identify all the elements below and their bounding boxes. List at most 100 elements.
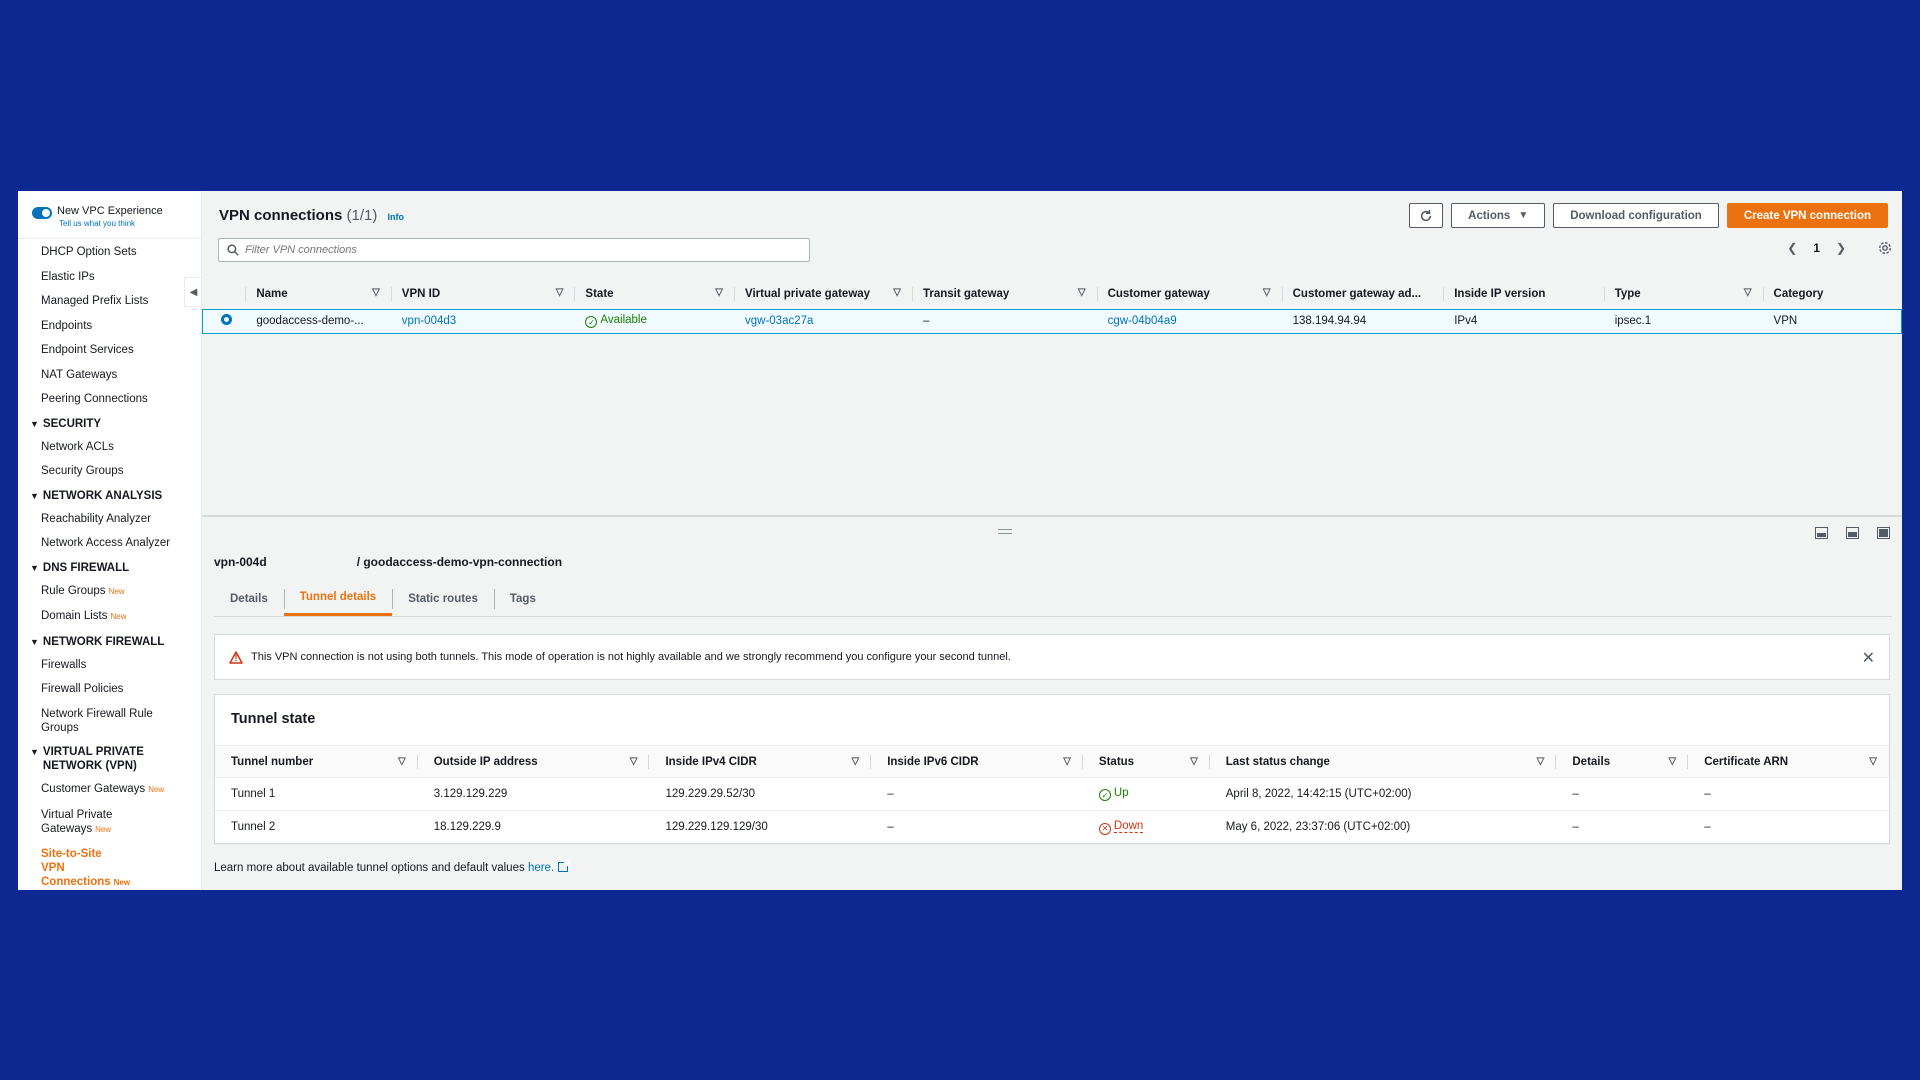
column-vpn-id[interactable]: VPN ID ▽ — [392, 279, 576, 309]
refresh-button[interactable] — [1409, 203, 1444, 228]
tab-static-routes[interactable]: Static routes — [392, 581, 494, 616]
column-inside-ip-version[interactable]: Inside IP version — [1444, 279, 1605, 309]
cell-cgw-address: 138.194.94.94 — [1282, 308, 1445, 334]
column-certificate-arn[interactable]: Certificate ARN ▽ — [1688, 745, 1889, 778]
prev-page-button[interactable]: ❮ — [1787, 241, 1797, 255]
column-tunnel-number[interactable]: Tunnel number ▽ — [215, 745, 418, 778]
cell-vgw[interactable]: vgw-03ac27a — [735, 308, 913, 334]
caret-down-icon: ▼ — [30, 490, 39, 501]
column-inside-ipv4[interactable]: Inside IPv4 CIDR ▽ — [649, 745, 872, 778]
sidebar-item-network-firewall-rule-groups[interactable]: Network Firewall Rule Groups — [18, 707, 158, 735]
collapse-sidebar-button[interactable]: ◀ — [184, 277, 201, 307]
sidebar-section-network-firewall[interactable]: ▼ NETWORK FIREWALL — [18, 635, 201, 649]
cell-details: – — [1572, 821, 1579, 834]
tab-tunnel-details[interactable]: Tunnel details — [283, 581, 393, 616]
sort-icon: ▽ — [1063, 756, 1071, 767]
pagination: ❮ 1 ❯ — [1787, 241, 1892, 255]
tab-tags[interactable]: Tags — [493, 581, 552, 616]
sidebar-item-virtual-private-gateways[interactable]: Virtual Private Gateways New — [18, 808, 128, 837]
detail-vpn-id: vpn-004d — [214, 555, 267, 569]
sidebar-section-network-analysis[interactable]: ▼ NETWORK ANALYSIS — [18, 489, 201, 503]
create-vpn-connection-button[interactable]: Create VPN connection — [1726, 203, 1888, 228]
column-select — [203, 279, 247, 309]
sort-icon: ▽ — [893, 287, 901, 298]
search-input[interactable] — [245, 244, 785, 256]
settings-gear-icon[interactable] — [1878, 241, 1892, 255]
sidebar-item-network-access-analyzer[interactable]: Network Access Analyzer — [18, 536, 201, 550]
cell-certificate-arn: – — [1688, 777, 1889, 811]
view-small-icon[interactable] — [1815, 527, 1828, 539]
cell-type: ipsec.1 — [1604, 308, 1764, 334]
table-row: Tunnel 2 18.129.229.9 129.229.129.129/30… — [215, 811, 1889, 844]
sort-icon: ▽ — [555, 287, 564, 298]
sidebar-item-domain-lists[interactable]: Domain Lists New — [18, 609, 201, 624]
sidebar-item-site-to-site-vpn-connections[interactable]: Site-to-Site VPN Connections New — [18, 847, 130, 890]
cell-status[interactable]: ✕ Down — [1083, 811, 1210, 844]
tunnel-state-card: Tunnel state Tunnel number ▽ Outside IP a… — [214, 694, 1890, 844]
info-link[interactable]: Info — [388, 212, 405, 222]
table-row[interactable]: goodaccess-demo-... vpn-004d3 ✓ Available… — [202, 308, 1902, 334]
sidebar-item-reachability-analyzer[interactable]: Reachability Analyzer — [18, 512, 201, 526]
column-category[interactable]: Category — [1764, 279, 1902, 309]
next-page-button[interactable]: ❯ — [1836, 241, 1846, 255]
sidebar-item-firewalls[interactable]: Firewalls — [18, 658, 201, 672]
sidebar-item-dhcp-option-sets[interactable]: DHCP Option Sets — [18, 245, 201, 259]
column-name[interactable]: Name ▽ — [246, 279, 392, 309]
new-badge: New — [108, 586, 125, 596]
sidebar-item-security-groups[interactable]: Security Groups — [18, 464, 201, 478]
column-inside-ipv6[interactable]: Inside IPv6 CIDR ▽ — [871, 745, 1083, 778]
sidebar-item-elastic-ips[interactable]: Elastic IPs — [18, 270, 201, 284]
column-outside-ip[interactable]: Outside IP address ▽ — [417, 745, 650, 778]
caret-down-icon: ▼ — [30, 636, 39, 647]
sort-icon: ▽ — [1190, 756, 1198, 767]
tab-details[interactable]: Details — [214, 581, 284, 616]
sidebar-item-rule-groups[interactable]: Rule Groups New — [18, 584, 201, 599]
column-virtual-private-gateway[interactable]: Virtual private gateway ▽ — [735, 279, 913, 309]
sort-icon: ▽ — [851, 756, 860, 767]
view-medium-icon[interactable] — [1846, 527, 1859, 539]
cell-outside-ip: 3.129.129.229 — [417, 777, 650, 811]
cell-cgw[interactable]: cgw-04b04a9 — [1097, 308, 1283, 334]
cell-status: ✓ Up — [1082, 777, 1210, 811]
download-configuration-button[interactable]: Download configuration — [1553, 203, 1719, 228]
tunnel-state-table: Tunnel number ▽ Outside IP address ▽ Insid… — [215, 745, 1889, 844]
close-icon[interactable]: ✕ — [1862, 648, 1875, 668]
new-vpc-experience-toggle[interactable] — [32, 207, 52, 219]
column-last-status-change[interactable]: Last status change ▽ — [1209, 745, 1557, 778]
new-vpc-experience-toggle-row: New VPC Experience Tell us what you thin… — [18, 191, 201, 239]
column-state[interactable]: State ▽ — [575, 279, 735, 309]
learn-more-link[interactable]: here. — [528, 862, 554, 874]
caret-left-icon: ◀ — [189, 286, 198, 298]
sidebar-item-nat-gateways[interactable]: NAT Gateways — [18, 368, 201, 382]
cell-inside-ipv6: – — [871, 777, 1083, 811]
column-details[interactable]: Details ▽ — [1556, 745, 1689, 778]
page-number[interactable]: 1 — [1813, 241, 1820, 255]
sort-icon: ▽ — [398, 756, 406, 767]
sidebar-item-endpoints[interactable]: Endpoints — [18, 319, 201, 333]
cell-tgw: – — [912, 308, 1098, 334]
column-transit-gateway[interactable]: Transit gateway ▽ — [913, 279, 1098, 309]
sidebar-item-managed-prefix-lists[interactable]: Managed Prefix Lists — [18, 294, 201, 308]
sidebar-section-dns-firewall[interactable]: ▼ DNS FIREWALL — [18, 561, 201, 575]
column-customer-gateway-address[interactable]: Customer gateway ad... — [1283, 279, 1445, 309]
view-full-icon[interactable] — [1877, 527, 1890, 539]
sidebar-item-peering-connections[interactable]: Peering Connections — [18, 392, 201, 406]
sort-icon: ▽ — [372, 287, 380, 298]
feedback-link[interactable]: Tell us what you think — [59, 218, 163, 229]
actions-button[interactable]: Actions ▼ — [1451, 203, 1546, 228]
sidebar-section-security[interactable]: ▼ SECURITY — [18, 417, 201, 431]
sidebar-item-network-acls[interactable]: Network ACLs — [18, 440, 201, 454]
cell-tunnel-number: Tunnel 2 — [231, 821, 276, 834]
column-status[interactable]: Status ▽ — [1082, 745, 1210, 778]
column-customer-gateway[interactable]: Customer gateway ▽ — [1098, 279, 1283, 309]
sort-icon: ▽ — [1262, 287, 1271, 298]
cell-vpn-id[interactable]: vpn-004d3 — [391, 308, 576, 334]
sidebar-item-endpoint-services[interactable]: Endpoint Services — [18, 343, 201, 357]
sidebar-item-customer-gateways[interactable]: Customer Gateways New — [18, 782, 201, 797]
table-row: Tunnel 1 3.129.129.229 129.229.29.52/30 … — [215, 777, 1889, 811]
resize-handle[interactable] — [998, 529, 1012, 534]
row-radio-button[interactable] — [221, 314, 232, 325]
sidebar-section-vpn[interactable]: ▼ VIRTUAL PRIVATE NETWORK (VPN) — [18, 745, 201, 773]
column-type[interactable]: Type ▽ — [1605, 279, 1764, 309]
sidebar-item-firewall-policies[interactable]: Firewall Policies — [18, 682, 201, 696]
